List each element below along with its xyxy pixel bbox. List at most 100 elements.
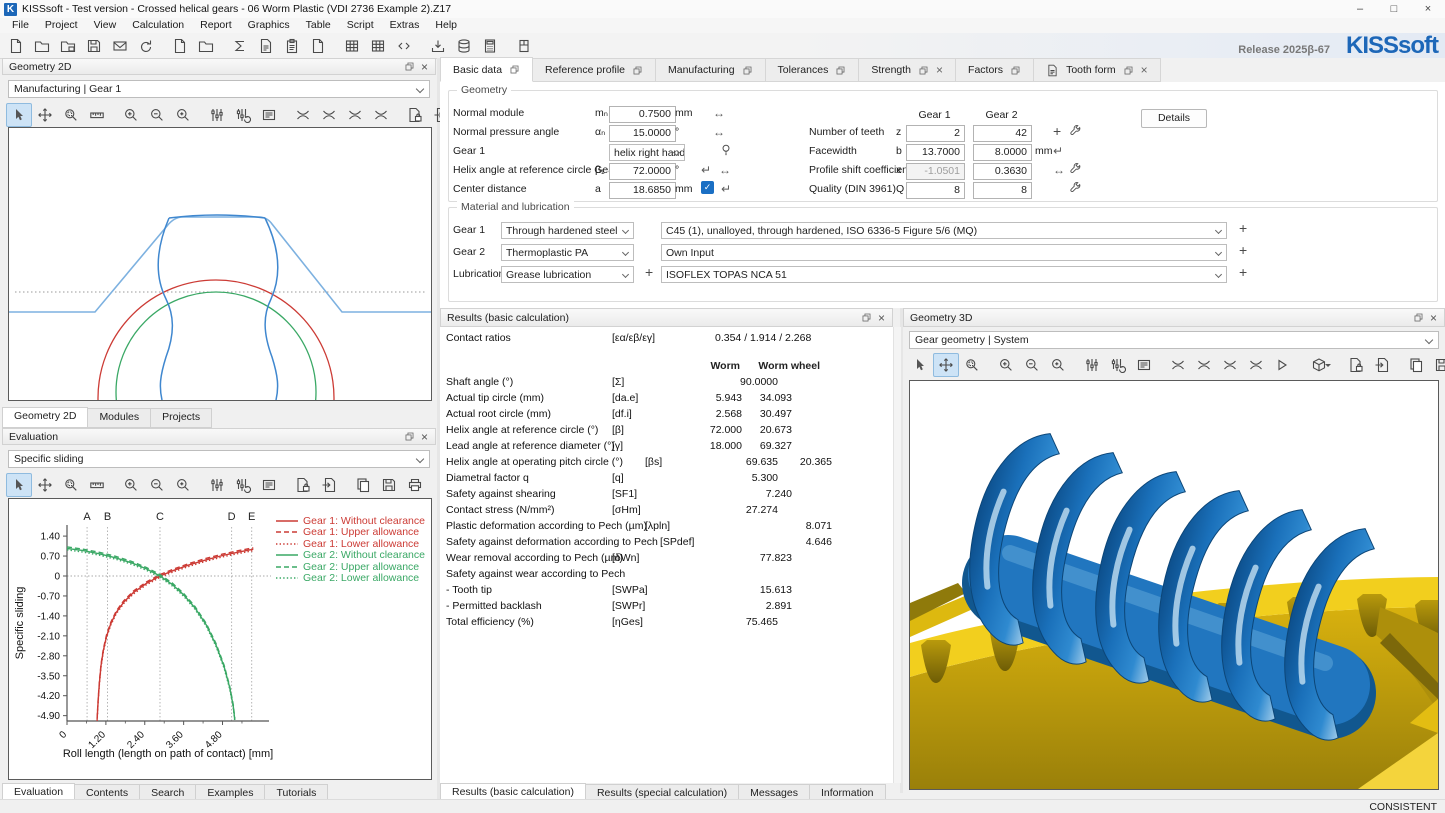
pan-tool-icon[interactable] xyxy=(32,103,58,127)
panel-tab[interactable]: Geometry 2D xyxy=(2,407,88,428)
pdf-report-icon[interactable] xyxy=(305,34,331,58)
normal-module-input[interactable]: 0.7500 xyxy=(609,106,676,123)
center-distance-checkbox[interactable] xyxy=(701,181,714,194)
menu-item[interactable]: Table xyxy=(298,18,339,33)
lubrication-type-select[interactable]: Grease lubrication xyxy=(501,266,634,283)
minimize-button[interactable]: – xyxy=(1343,1,1377,18)
float-tab-icon[interactable] xyxy=(632,65,643,76)
save-graphic-icon[interactable] xyxy=(290,473,316,497)
close-tab-icon[interactable] xyxy=(936,63,943,77)
select-tool-icon[interactable] xyxy=(907,353,933,377)
float-tab-icon[interactable] xyxy=(742,65,753,76)
export-graphic-icon[interactable] xyxy=(316,473,342,497)
calculate-icon[interactable] xyxy=(227,34,253,58)
float-tab-icon[interactable] xyxy=(1123,65,1134,76)
new-document-icon[interactable] xyxy=(167,34,193,58)
lubricant-select[interactable]: ISOFLEX TOPAS NCA 51 xyxy=(661,266,1227,283)
print-icon[interactable] xyxy=(402,473,428,497)
material-gear1-type-select[interactable]: Through hardened steel xyxy=(501,222,634,239)
teeth-gear2-input[interactable]: 42 xyxy=(973,125,1032,142)
save-icon[interactable] xyxy=(81,34,107,58)
close-panel-icon[interactable] xyxy=(417,60,432,73)
geometry-2d-viewport[interactable] xyxy=(8,127,432,401)
zoom-out-icon[interactable] xyxy=(144,473,170,497)
comment-icon[interactable] xyxy=(1131,353,1157,377)
restore-icon[interactable] xyxy=(133,34,159,58)
animate-icon[interactable] xyxy=(1269,353,1295,377)
graphic-selector[interactable]: Manufacturing | Gear 1 xyxy=(8,80,430,98)
zoom-rect-icon[interactable] xyxy=(58,473,84,497)
table-add-icon[interactable] xyxy=(365,34,391,58)
sync-icon[interactable] xyxy=(713,106,725,120)
float-panel-icon[interactable] xyxy=(859,311,874,324)
profile-shift-gear2-input[interactable]: 0.3630 xyxy=(973,163,1032,180)
database-tool-icon[interactable] xyxy=(451,34,477,58)
save-graphic-icon[interactable] xyxy=(402,103,428,127)
menu-item[interactable]: Script xyxy=(339,18,382,33)
float-panel-icon[interactable] xyxy=(1411,311,1426,324)
details-button[interactable]: Details xyxy=(1141,109,1207,128)
material-gear1-spec-select[interactable]: C45 (1), unalloyed, through hardened, IS… xyxy=(661,222,1227,239)
properties-reset-icon[interactable] xyxy=(230,103,256,127)
comment-icon[interactable] xyxy=(256,103,282,127)
panel-tab[interactable]: Modules xyxy=(88,408,151,428)
calculator-icon[interactable] xyxy=(477,34,503,58)
center-distance-input[interactable]: 18.6850 xyxy=(609,182,676,199)
calc-tab[interactable]: Tolerances xyxy=(766,58,860,82)
geometry-3d-viewport[interactable] xyxy=(909,380,1439,790)
specific-sliding-viewport[interactable]: ABCDE1.400.700-0.70-1.40-2.10-2.80-3.50-… xyxy=(8,498,432,780)
zoom-rect-icon[interactable] xyxy=(58,103,84,127)
close-button[interactable]: × xyxy=(1411,1,1445,18)
select-tool-icon[interactable] xyxy=(6,103,32,127)
facewidth-gear1-input[interactable]: 13.7000 xyxy=(906,144,965,161)
menu-item[interactable]: View xyxy=(86,18,125,33)
contact-curve-2-icon[interactable] xyxy=(316,103,342,127)
contact-curve-3-icon[interactable] xyxy=(1217,353,1243,377)
copy-icon[interactable] xyxy=(1403,353,1429,377)
export-graphic-icon[interactable] xyxy=(1369,353,1395,377)
calc-tab[interactable]: Tooth form xyxy=(1034,58,1161,82)
sync-icon[interactable] xyxy=(713,125,725,139)
zoom-out-icon[interactable] xyxy=(144,103,170,127)
calc-tab[interactable]: Manufacturing xyxy=(656,58,766,82)
convert-icon[interactable] xyxy=(701,163,711,177)
float-tab-icon[interactable] xyxy=(835,65,846,76)
facewidth-gear2-input[interactable]: 8.0000 xyxy=(973,144,1032,161)
save-image-icon[interactable] xyxy=(376,473,402,497)
suggestion-icon[interactable] xyxy=(719,143,733,157)
float-tab-icon[interactable] xyxy=(1010,65,1021,76)
add-material-icon[interactable] xyxy=(1239,221,1247,236)
zoom-fit-icon[interactable] xyxy=(170,103,196,127)
open-file-icon[interactable] xyxy=(29,34,55,58)
helix-angle-input[interactable]: 72.0000 xyxy=(609,163,676,180)
copy-icon[interactable] xyxy=(350,473,376,497)
contact-curve-1-icon[interactable] xyxy=(290,103,316,127)
close-tab-icon[interactable] xyxy=(1141,63,1148,77)
wrench-icon[interactable] xyxy=(1069,182,1082,195)
contact-curve-3-icon[interactable] xyxy=(342,103,368,127)
contact-curve-4-icon[interactable] xyxy=(1243,353,1269,377)
menu-item[interactable]: Project xyxy=(37,18,86,33)
material-gear2-type-select[interactable]: Thermoplastic PA xyxy=(501,244,634,261)
save-graphic-icon[interactable] xyxy=(1343,353,1369,377)
close-panel-icon[interactable] xyxy=(1426,311,1441,324)
contact-curve-4-icon[interactable] xyxy=(368,103,394,127)
report-icon[interactable] xyxy=(253,34,279,58)
convert-icon[interactable] xyxy=(1053,144,1063,158)
table-view-icon[interactable] xyxy=(339,34,365,58)
sync-icon[interactable] xyxy=(1053,163,1065,177)
close-panel-icon[interactable] xyxy=(874,311,889,324)
close-panel-icon[interactable] xyxy=(417,430,432,443)
wrench-icon[interactable] xyxy=(1069,163,1082,176)
properties-icon[interactable] xyxy=(204,473,230,497)
sync-icon[interactable] xyxy=(719,163,731,177)
quality-gear1-input[interactable]: 8 xyxy=(906,182,965,199)
protocol-icon[interactable] xyxy=(279,34,305,58)
menu-item[interactable]: Report xyxy=(192,18,240,33)
wrench-icon[interactable] xyxy=(1069,125,1082,138)
properties-icon[interactable] xyxy=(204,103,230,127)
menu-item[interactable]: Calculation xyxy=(124,18,192,33)
convert-icon[interactable] xyxy=(721,182,731,196)
add-material-icon[interactable] xyxy=(1239,243,1247,258)
results-scrollbar[interactable] xyxy=(893,327,901,783)
